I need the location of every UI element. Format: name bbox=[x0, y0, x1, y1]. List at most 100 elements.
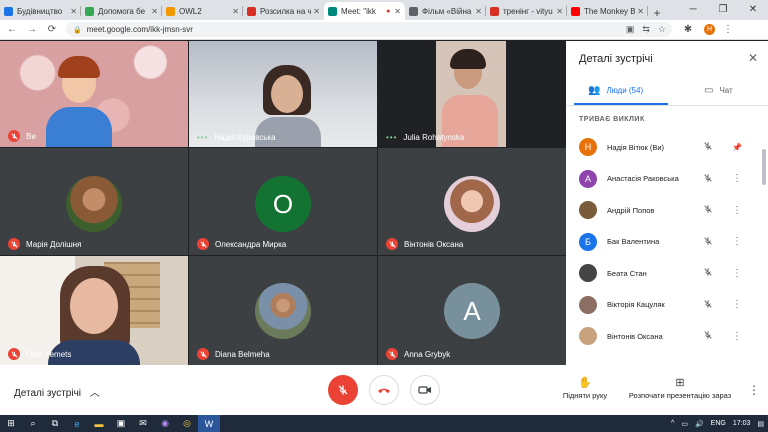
tab-title: Будівництво bbox=[17, 6, 63, 16]
participant-avatar bbox=[579, 327, 597, 345]
participant-row[interactable]: Вікторія Кацуляк ⋮ bbox=[566, 289, 768, 321]
close-icon[interactable]: ✕ bbox=[748, 51, 758, 65]
chat-icon: ▭ bbox=[704, 85, 714, 96]
participant-row[interactable]: Н Надія Вітюк (Ви) 📌 bbox=[566, 131, 768, 163]
hang-up-icon bbox=[378, 388, 390, 393]
close-tab-icon[interactable]: ✕ bbox=[556, 7, 563, 16]
participant-name: Вікторія Кацуляк bbox=[607, 300, 665, 309]
browser-tab[interactable]: тренінг - vityu ✕ bbox=[486, 2, 567, 20]
more-options-icon[interactable]: ⋮ bbox=[732, 299, 742, 310]
video-tile-julia[interactable]: ••• Julia Rohatynska bbox=[378, 41, 566, 147]
people-icon: 👥 bbox=[588, 85, 601, 96]
search-icon[interactable]: ⌕ bbox=[22, 415, 44, 432]
browser-tab[interactable]: Допомога бе ✕ bbox=[81, 2, 162, 20]
new-tab-button[interactable]: + bbox=[648, 6, 666, 20]
tab-chat[interactable]: ▭ Чат bbox=[704, 85, 733, 96]
participant-name: Julia Rohatynska bbox=[403, 133, 465, 142]
forward-icon[interactable]: → bbox=[24, 24, 40, 35]
chrome-icon[interactable]: ◎ bbox=[176, 415, 198, 432]
show-hidden-icons-icon[interactable]: ^ bbox=[671, 420, 674, 427]
profile-avatar[interactable]: Н bbox=[704, 24, 715, 35]
tab-title: Фільм «Війна bbox=[422, 6, 472, 16]
viber-icon[interactable]: ◉ bbox=[154, 415, 176, 432]
translate-icon[interactable]: ⇆ bbox=[642, 24, 650, 35]
tab-title: Meet: "ikk bbox=[341, 6, 376, 16]
browser-tab[interactable]: Будівництво ✕ bbox=[0, 2, 81, 20]
video-tile-diana[interactable]: Diana Belmeha bbox=[189, 256, 377, 365]
participant-row[interactable]: Беата Стан ⋮ bbox=[566, 257, 768, 289]
more-options-icon[interactable]: ⋮ bbox=[732, 268, 742, 279]
video-tile-anna[interactable]: A Anna Grybyk bbox=[378, 256, 566, 365]
present-now-button[interactable]: ⊞ Розпочати презентацію зараз bbox=[624, 376, 736, 400]
url-field[interactable]: 🔒 meet.google.com/ikk-jmsn-svr ▣ ⇆ ☆ bbox=[66, 22, 672, 37]
participant-avatar: Б bbox=[579, 232, 597, 251]
store-icon[interactable]: ▣ bbox=[110, 415, 132, 432]
notifications-icon[interactable]: ▤ bbox=[757, 420, 764, 428]
video-tile-olha[interactable]: Olha Yemets bbox=[0, 256, 188, 365]
participant-row[interactable]: А Анастасія Раковська ⋮ bbox=[566, 163, 768, 195]
close-tab-icon[interactable]: ✕ bbox=[313, 7, 320, 16]
close-tab-icon[interactable]: ✕ bbox=[394, 7, 401, 16]
browser-tab[interactable]: The Monkey B ✕ bbox=[567, 2, 648, 20]
tab-title: Розсилка на ч bbox=[260, 6, 312, 16]
video-tile-mariia[interactable]: Марія Долішня bbox=[0, 148, 188, 255]
word-icon[interactable]: W bbox=[198, 415, 220, 432]
more-options-icon[interactable]: ⋮ bbox=[732, 205, 742, 216]
windows-start-icon[interactable]: ⊞ bbox=[0, 415, 22, 432]
extensions-icon[interactable]: ✱ bbox=[680, 24, 696, 35]
browser-tab[interactable]: OWL2 ✕ bbox=[162, 2, 243, 20]
back-icon[interactable]: ← bbox=[4, 24, 20, 35]
meeting-details-button[interactable]: Деталі зустрічі ︿ bbox=[14, 384, 100, 399]
camera-icon[interactable]: ▣ bbox=[626, 24, 635, 35]
close-tab-icon[interactable]: ✕ bbox=[637, 7, 644, 16]
more-options-icon[interactable]: ⋮ bbox=[732, 331, 742, 342]
participant-photo bbox=[255, 283, 311, 339]
task-view-icon[interactable]: ⧉ bbox=[44, 415, 66, 432]
edge-icon[interactable]: e bbox=[66, 415, 88, 432]
pin-icon[interactable]: 📌 bbox=[732, 143, 742, 152]
participant-avatar bbox=[579, 264, 597, 282]
file-explorer-icon[interactable]: ▬ bbox=[88, 415, 110, 432]
participant-row[interactable]: Б Бак Валентина ⋮ bbox=[566, 226, 768, 258]
more-options-icon[interactable]: ⋮ bbox=[732, 236, 742, 247]
tab-favicon-icon bbox=[328, 6, 337, 16]
video-tile-self[interactable]: Ви bbox=[0, 41, 188, 147]
scrollbar[interactable] bbox=[762, 149, 766, 185]
browser-menu-icon[interactable]: ⋮ bbox=[723, 24, 733, 35]
mic-off-icon bbox=[8, 130, 20, 142]
tab-people[interactable]: 👥 Люди (54) bbox=[588, 85, 643, 96]
system-tray: ^ ▭ 🔊 ENG 17:03 ▤ bbox=[664, 415, 764, 432]
url-text: meet.google.com/ikk-jmsn-svr bbox=[86, 25, 193, 34]
volume-icon[interactable]: 🔊 bbox=[695, 420, 704, 428]
browser-tab[interactable]: Фільм «Війна ✕ bbox=[405, 2, 486, 20]
video-tile-oleksandra[interactable]: О Олександра Мирка bbox=[189, 148, 377, 255]
browser-tab[interactable]: Meet: "ikk ● ✕ bbox=[324, 2, 405, 20]
participant-row[interactable]: Андрій Попов ⋮ bbox=[566, 194, 768, 226]
close-tab-icon[interactable]: ✕ bbox=[70, 7, 77, 16]
browser-tab[interactable]: Розсилка на ч ✕ bbox=[243, 2, 324, 20]
input-language[interactable]: ENG bbox=[711, 420, 726, 427]
participant-row[interactable]: Вінтонів Оксана ⋮ bbox=[566, 320, 768, 352]
participant-name: Надія Вітюк (Ви) bbox=[607, 142, 665, 152]
restore-icon[interactable]: ❐ bbox=[708, 0, 738, 18]
bookmark-star-icon[interactable]: ☆ bbox=[658, 24, 666, 35]
participant-avatar: А bbox=[579, 169, 597, 188]
minimize-icon[interactable]: ─ bbox=[678, 0, 708, 18]
close-tab-icon[interactable]: ✕ bbox=[151, 7, 158, 16]
close-tab-icon[interactable]: ✕ bbox=[475, 7, 482, 16]
video-tile-nadiia[interactable]: ••• Надія Куравська bbox=[189, 41, 377, 147]
more-options-icon[interactable]: ⋮ bbox=[748, 383, 760, 397]
browser-tab-strip: Будівництво ✕ Допомога бе ✕ OWL2 ✕ Розсилка н… bbox=[0, 0, 768, 20]
reload-icon[interactable]: ⟳ bbox=[44, 24, 60, 35]
close-tab-icon[interactable]: ✕ bbox=[232, 7, 239, 16]
mail-icon[interactable]: ✉ bbox=[132, 415, 154, 432]
mic-toggle-button[interactable] bbox=[328, 375, 358, 405]
video-tile-vintoniv[interactable]: Вінтонів Оксана bbox=[378, 148, 566, 255]
network-icon[interactable]: ▭ bbox=[681, 420, 688, 428]
camera-toggle-button[interactable] bbox=[410, 375, 440, 405]
raise-hand-button[interactable]: ✋ Підняти руку bbox=[561, 376, 609, 400]
clock[interactable]: 17:03 bbox=[733, 420, 751, 427]
leave-call-button[interactable] bbox=[369, 375, 399, 405]
close-window-icon[interactable]: ✕ bbox=[738, 0, 768, 18]
more-options-icon[interactable]: ⋮ bbox=[732, 173, 742, 184]
